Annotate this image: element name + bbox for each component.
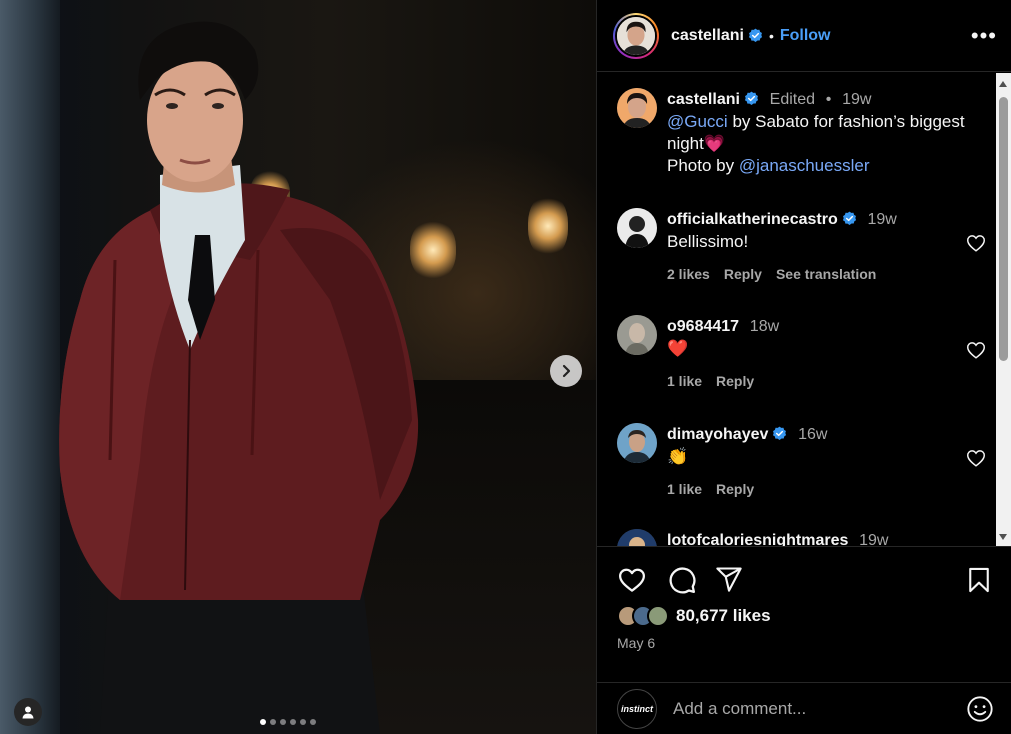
user-tag-icon xyxy=(22,706,34,719)
carousel-dot xyxy=(270,719,276,725)
heart-icon[interactable] xyxy=(617,565,647,595)
liker-avatars xyxy=(617,605,669,627)
avatar-image xyxy=(617,88,657,128)
wall-sconce xyxy=(528,195,568,257)
scrollbar-thumb[interactable] xyxy=(999,97,1008,361)
carousel-dot xyxy=(260,719,266,725)
current-user-avatar[interactable]: instinct xyxy=(617,689,657,729)
caption: castellani Edited • 19w @Gucci by Sabato… xyxy=(617,88,987,177)
liker-avatar xyxy=(647,605,669,627)
comment-username[interactable]: o9684417 xyxy=(667,318,739,335)
comment-item: officialkatherinecastro 19w Bellissimo! … xyxy=(617,208,987,285)
comments-list[interactable]: castellani Edited • 19w @Gucci by Sabato… xyxy=(597,73,997,546)
heart-icon[interactable] xyxy=(965,232,987,254)
more-options-icon[interactable]: ••• xyxy=(971,24,997,47)
avatar-image xyxy=(617,315,657,355)
comment-likes[interactable]: 1 like xyxy=(667,478,702,500)
likes-count[interactable]: 80,677 likes xyxy=(676,606,771,626)
caption-author[interactable]: castellani xyxy=(667,91,740,108)
heart-emoji: 💗 xyxy=(703,134,726,154)
comment-time[interactable]: 18w xyxy=(750,318,779,335)
separator-dot: • xyxy=(825,91,832,108)
verified-badge-icon xyxy=(842,211,856,225)
commenter-avatar[interactable] xyxy=(617,529,657,546)
follow-button[interactable]: Follow xyxy=(780,27,831,45)
comment-composer: instinct xyxy=(597,682,1011,734)
caption-credit: Photo by xyxy=(667,156,739,175)
tagged-users-button[interactable] xyxy=(14,698,42,726)
comment-username[interactable]: lotofcaloriesnightmares xyxy=(667,532,848,546)
commenter-avatar[interactable] xyxy=(617,423,657,463)
post-header: castellani • Follow ••• xyxy=(597,0,1011,72)
caption-time[interactable]: 19w xyxy=(842,91,871,108)
action-bar xyxy=(617,565,993,595)
heart-icon[interactable] xyxy=(965,447,987,469)
comment-icon[interactable] xyxy=(667,565,697,595)
post-date[interactable]: May 6 xyxy=(617,635,655,651)
reply-button[interactable]: Reply xyxy=(716,370,754,392)
post-actions-panel: 80,677 likes May 6 instinct xyxy=(597,546,1011,734)
heart-icon[interactable] xyxy=(965,339,987,361)
reply-button[interactable]: Reply xyxy=(716,478,754,500)
author-avatar-small[interactable] xyxy=(617,88,657,128)
comment-time[interactable]: 19w xyxy=(859,532,888,546)
separator-dot: • xyxy=(768,27,774,44)
comment-item: lotofcaloriesnightmares 19w xyxy=(617,529,987,546)
commenter-avatar[interactable] xyxy=(617,208,657,248)
avatar-image xyxy=(617,16,655,55)
comment-time[interactable]: 19w xyxy=(867,211,896,228)
post-image[interactable] xyxy=(0,0,596,734)
comment-text: 👏 xyxy=(667,447,689,467)
avatar-image xyxy=(617,529,657,546)
scroll-down-arrow[interactable] xyxy=(999,534,1007,540)
comment-likes[interactable]: 1 like xyxy=(667,370,702,392)
send-icon[interactable] xyxy=(715,565,743,593)
carousel-dot xyxy=(280,719,286,725)
author-username[interactable]: castellani xyxy=(671,27,744,45)
mention-link[interactable]: @janaschuessler xyxy=(739,156,870,175)
comment-text: Bellissimo! xyxy=(667,232,749,251)
comment-item: dimayohayev 16w 👏 1 like Reply xyxy=(617,423,987,500)
model-figure xyxy=(59,21,419,734)
edited-label: Edited xyxy=(769,91,816,108)
commenter-avatar[interactable] xyxy=(617,315,657,355)
comment-text: ❤️ xyxy=(667,339,689,359)
carousel-dot xyxy=(310,719,316,725)
carousel-dot xyxy=(290,719,296,725)
verified-badge-icon xyxy=(744,91,758,105)
carousel-dot xyxy=(300,719,306,725)
scroll-up-arrow[interactable] xyxy=(999,81,1007,87)
verified-badge-icon xyxy=(748,28,762,42)
see-translation-button[interactable]: See translation xyxy=(776,263,876,285)
post-sidebar: castellani • Follow ••• castellani Edite… xyxy=(596,0,1011,734)
comment-username[interactable]: dimayohayev xyxy=(667,426,768,443)
bookmark-icon[interactable] xyxy=(965,565,993,595)
comment-time[interactable]: 16w xyxy=(798,426,827,443)
next-image-button[interactable] xyxy=(550,355,582,387)
comments-scrollbar[interactable] xyxy=(996,73,1011,546)
avatar-image xyxy=(617,423,657,463)
carousel-indicator xyxy=(260,719,316,725)
comment-input[interactable] xyxy=(673,699,966,719)
chevron-right-icon xyxy=(562,364,571,378)
reply-button[interactable]: Reply xyxy=(724,263,762,285)
author-avatar[interactable] xyxy=(613,12,659,59)
verified-badge-icon xyxy=(773,426,787,440)
emoji-icon[interactable] xyxy=(966,695,994,723)
mention-link[interactable]: @Gucci xyxy=(667,112,728,131)
likes-summary[interactable]: 80,677 likes xyxy=(617,605,771,627)
comment-likes[interactable]: 2 likes xyxy=(667,263,710,285)
avatar-image xyxy=(617,208,657,248)
comment-username[interactable]: officialkatherinecastro xyxy=(667,211,838,228)
comment-item: o9684417 18w ❤️ 1 like Reply xyxy=(617,315,987,392)
